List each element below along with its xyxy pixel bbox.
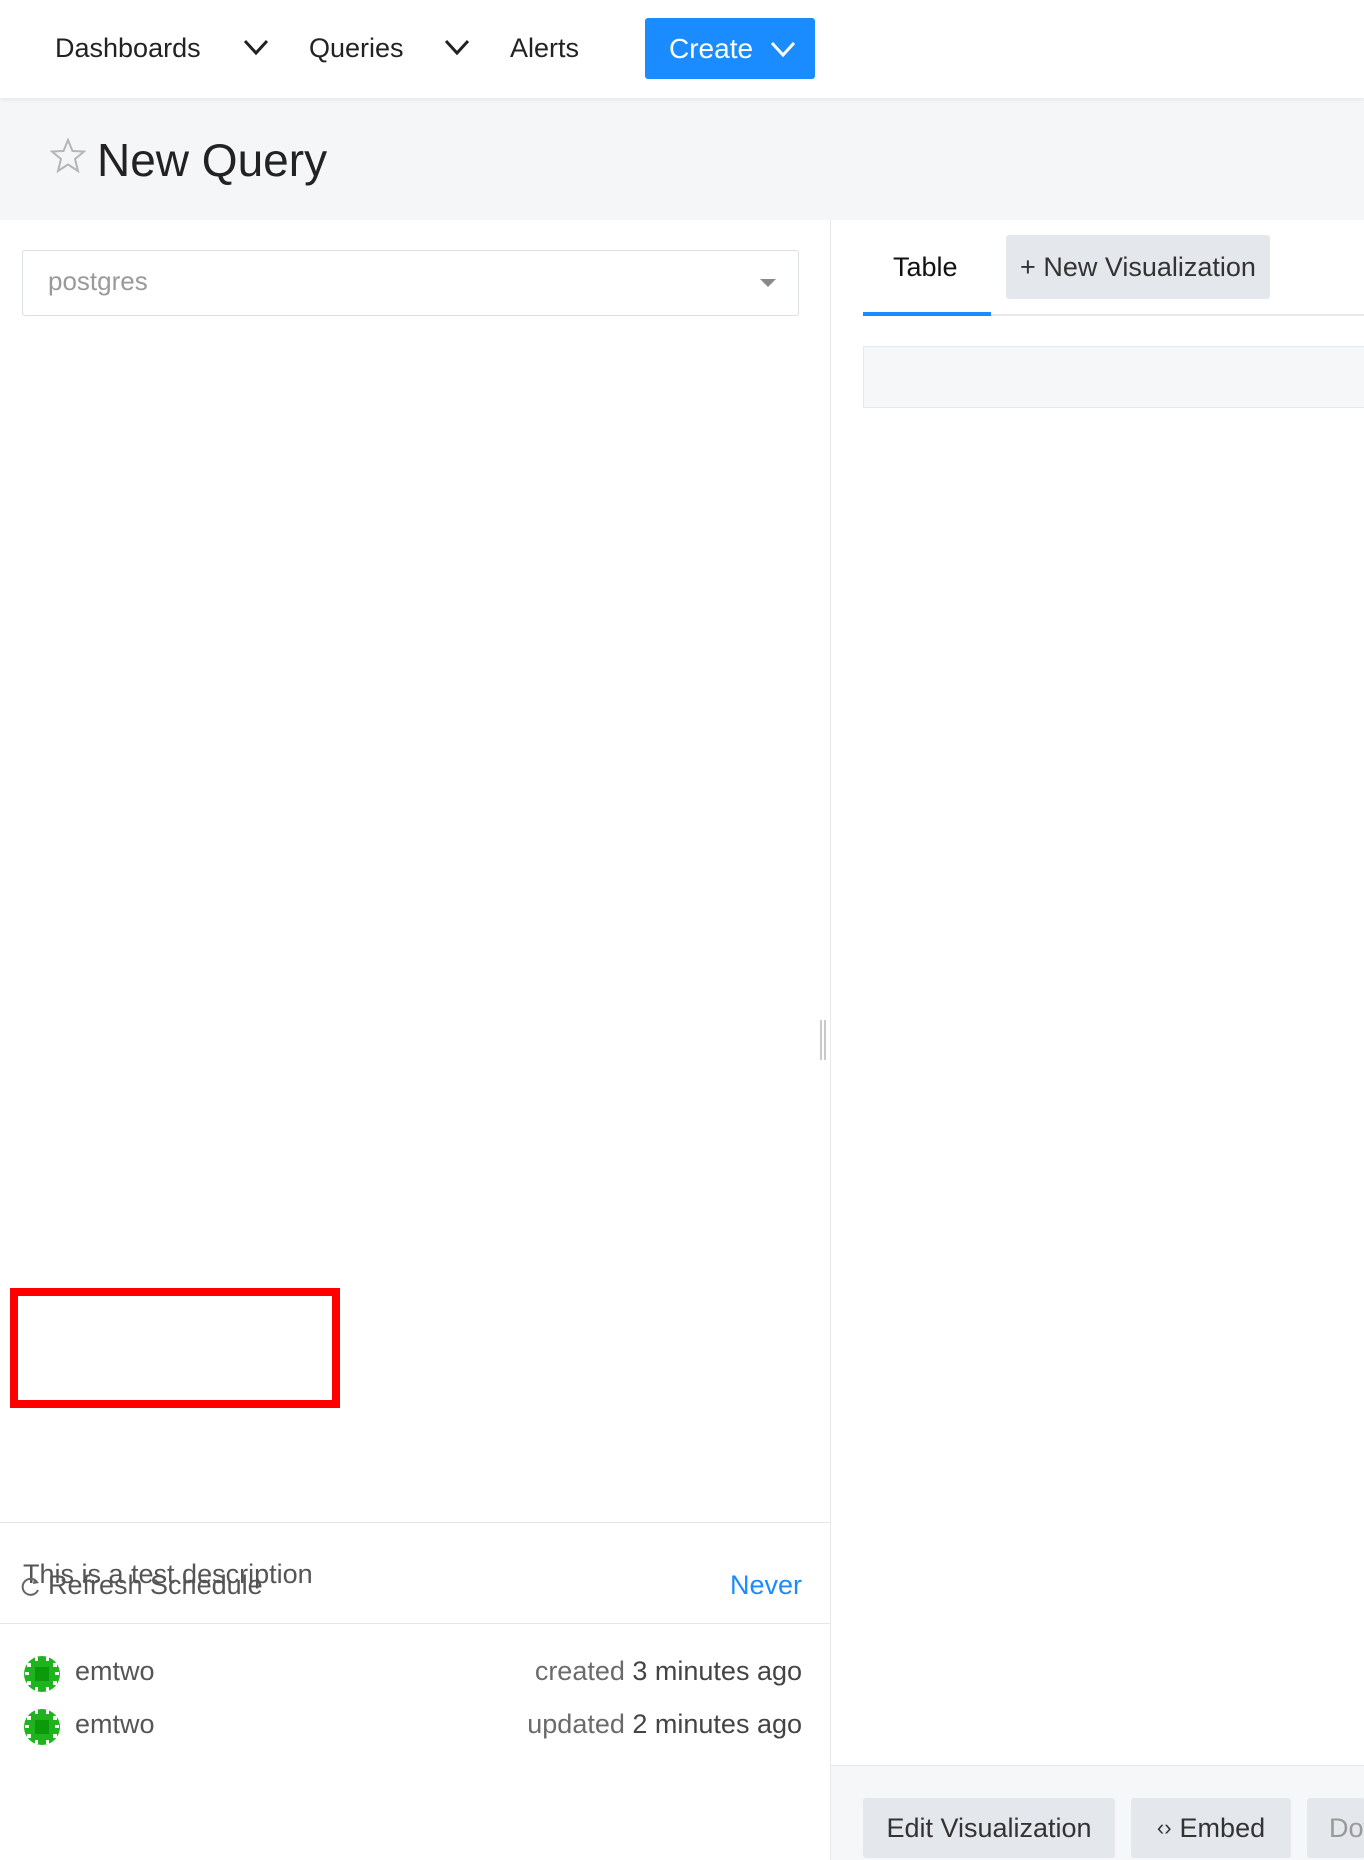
avatar [22, 1707, 62, 1747]
code-icon: ‹› [1156, 1815, 1172, 1840]
query-editor-pane: postgres This is a test description [0, 220, 830, 1860]
edit-visualization-button[interactable]: Edit Visualization [863, 1798, 1115, 1858]
created-time-value: 3 minutes ago [632, 1656, 802, 1686]
refresh-schedule-label: Refresh Schedule [48, 1570, 263, 1600]
updated-meta-row: emtwo updated 2 minutes ago [0, 1705, 830, 1749]
page-title[interactable]: New Query [97, 132, 327, 188]
top-navbar: Dashboards Queries Alerts Create [0, 0, 1364, 98]
avatar [22, 1654, 62, 1694]
refresh-schedule-link[interactable]: Never [730, 1570, 802, 1601]
chevron-down-icon [770, 41, 796, 58]
star-icon[interactable] [50, 138, 86, 174]
active-tab-indicator [863, 312, 991, 316]
create-button-label: Create [669, 32, 754, 64]
caret-down-icon [760, 279, 776, 287]
created-meta-row: emtwo created 3 minutes ago [0, 1652, 830, 1696]
created-by-user[interactable]: emtwo [75, 1656, 155, 1687]
data-source-select[interactable]: postgres [22, 250, 799, 316]
chevron-down-icon[interactable] [443, 36, 471, 58]
data-source-value: postgres [48, 266, 148, 296]
highlight-annotation [10, 1288, 340, 1408]
nav-dashboards[interactable]: Dashboards [55, 30, 201, 66]
updated-verb: updated [527, 1709, 625, 1739]
embed-button[interactable]: ‹› Embed [1131, 1798, 1291, 1858]
nav-alerts[interactable]: Alerts [510, 30, 579, 66]
page-header: New Query [0, 98, 1364, 220]
refresh-schedule-row: Refresh Schedule Never [0, 1568, 830, 1608]
refresh-icon [21, 1577, 39, 1596]
created-verb: created [534, 1656, 625, 1686]
new-visualization-button[interactable]: + New Visualization [1006, 235, 1270, 299]
download-button[interactable]: Dow [1307, 1798, 1364, 1858]
nav-queries[interactable]: Queries [309, 30, 404, 66]
tab-table[interactable]: Table [893, 252, 958, 283]
updated-time-value: 2 minutes ago [632, 1709, 802, 1739]
query-result-area [863, 346, 1364, 408]
chevron-down-icon[interactable] [242, 36, 270, 58]
embed-button-label: Embed [1179, 1812, 1266, 1843]
created-time: created 3 minutes ago [535, 1656, 802, 1687]
updated-time: updated 2 minutes ago [527, 1709, 802, 1740]
visualization-footer: Edit Visualization ‹› Embed Dow [831, 1765, 1364, 1860]
updated-by-user[interactable]: emtwo [75, 1709, 155, 1740]
resize-handle[interactable] [820, 1020, 826, 1060]
create-button[interactable]: Create [645, 18, 815, 79]
visualization-pane: Table + New Visualization Edit Visualiza… [830, 220, 1364, 1860]
